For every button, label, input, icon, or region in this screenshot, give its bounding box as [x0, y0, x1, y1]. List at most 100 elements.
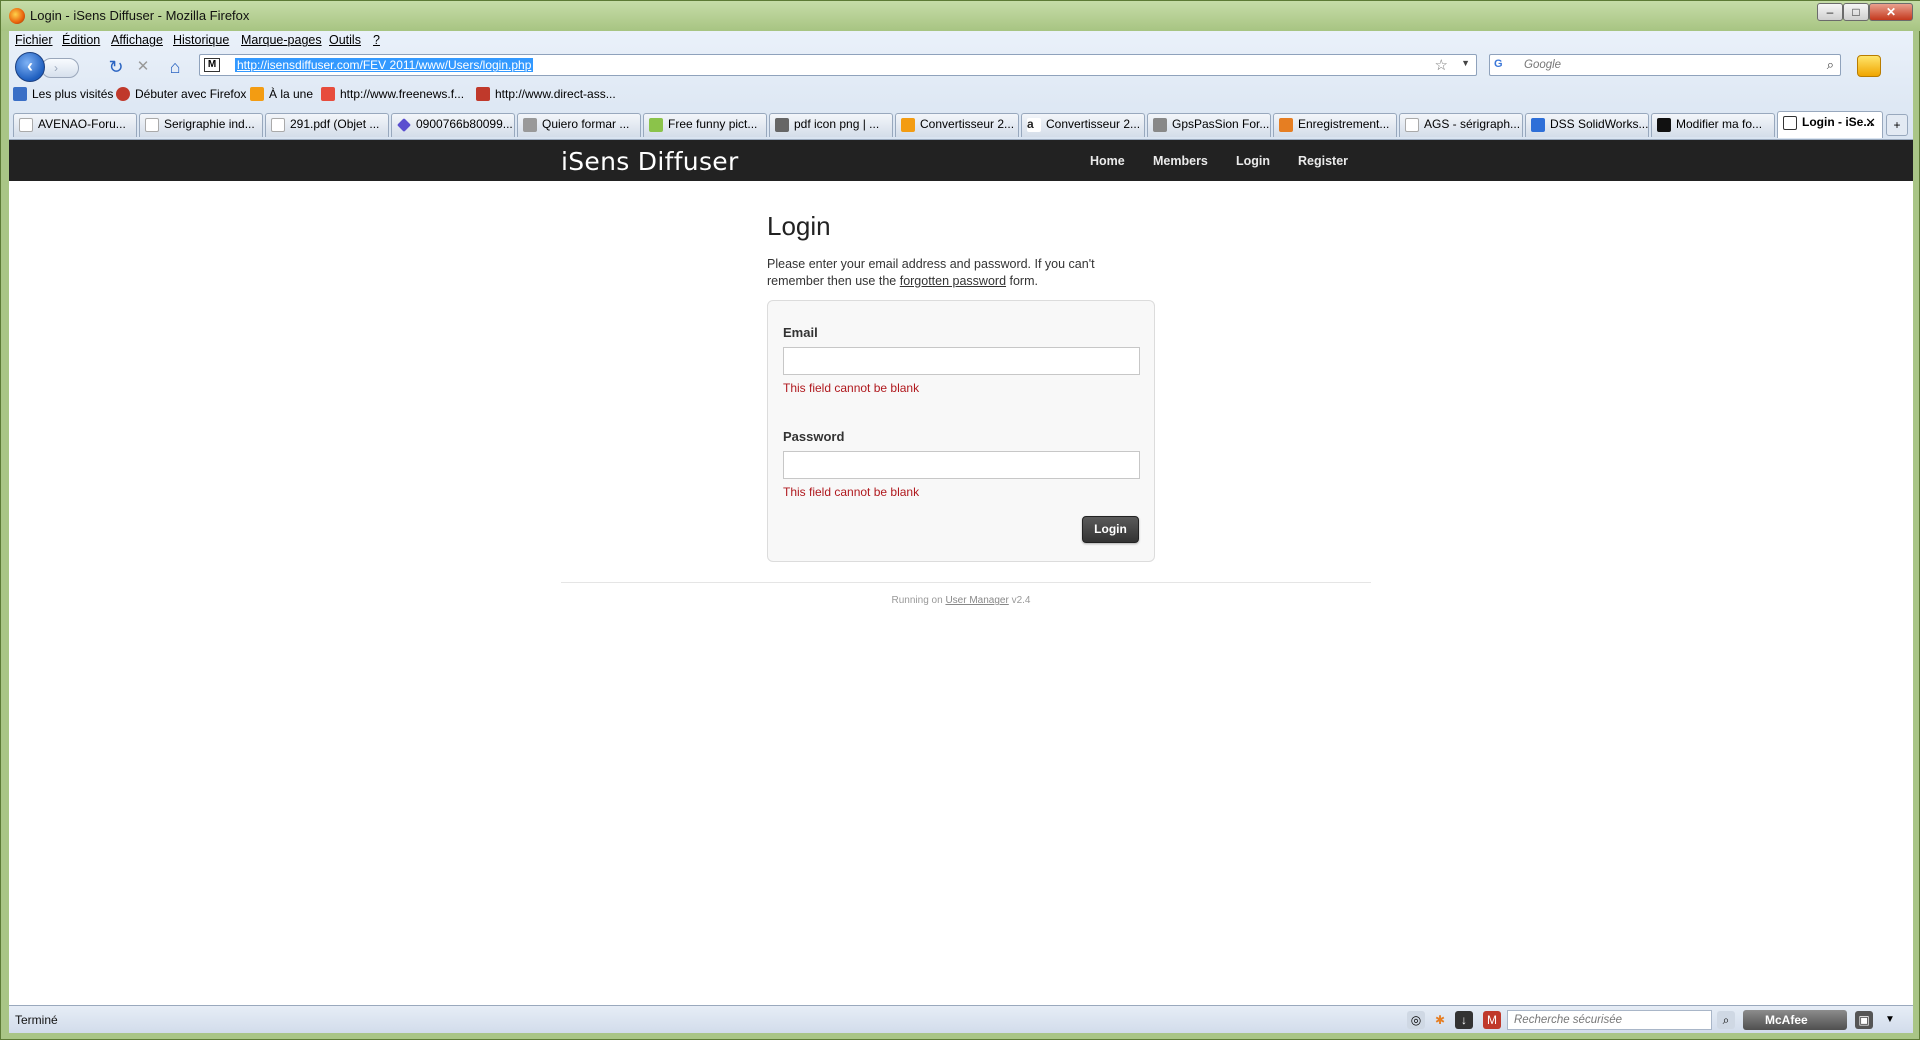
tab-favicon-icon: [1153, 118, 1167, 132]
secure-search-input[interactable]: Recherche sécurisée: [1507, 1010, 1712, 1030]
browser-window: Login - iSens Diffuser - Mozilla Firefox…: [0, 0, 1920, 1040]
menu-help[interactable]: ?: [373, 33, 380, 47]
tab-favicon-icon: [145, 118, 159, 132]
menu-bar: Fichier Édition Affichage Historique Mar…: [9, 31, 1913, 49]
address-bar[interactable]: M http://isensdiffuser.com/FEV 2011/www/…: [199, 54, 1477, 76]
status-bar: Terminé ◎ ✱ ↓ M Recherche sécurisée ⌕ Mc…: [9, 1005, 1913, 1033]
tab[interactable]: DSS SolidWorks...: [1525, 113, 1649, 137]
site-favicon-icon: M: [204, 58, 220, 72]
mcafee-shield-icon[interactable]: M: [1483, 1011, 1501, 1029]
email-field[interactable]: [783, 347, 1140, 375]
search-placeholder: Google: [1524, 59, 1562, 71]
url-dropdown-icon[interactable]: ▼: [1461, 58, 1470, 68]
window-title: Login - iSens Diffuser - Mozilla Firefox: [30, 8, 250, 23]
tab-favicon-icon: [901, 118, 915, 132]
site-advisor-icon[interactable]: ▣: [1855, 1011, 1873, 1029]
tab[interactable]: AVENAO-Foru...: [13, 113, 137, 137]
close-window-button[interactable]: ✕: [1869, 3, 1913, 21]
tab[interactable]: 0900766b80099...: [391, 113, 515, 137]
bookmark-favicon-icon: [321, 87, 335, 101]
tab-favicon-icon: [775, 118, 789, 132]
bookmark-favicon-icon: [13, 87, 27, 101]
site-navbar: iSens Diffuser Home Members Login Regist…: [9, 140, 1913, 181]
tab[interactable]: 291.pdf (Objet ...: [265, 113, 389, 137]
login-content: Login Please enter your email address an…: [767, 211, 1167, 290]
new-tab-button[interactable]: +: [1886, 114, 1908, 136]
tab-favicon-icon: [1783, 116, 1797, 130]
rss-icon: [250, 87, 264, 101]
tab[interactable]: pdf icon png | ...: [769, 113, 893, 137]
password-error: This field cannot be blank: [783, 485, 920, 499]
menu-marque-pages[interactable]: Marque-pages: [241, 33, 322, 47]
nav-members[interactable]: Members: [1153, 154, 1208, 168]
menu-fichier[interactable]: Fichier: [15, 33, 53, 47]
bookmark-favicon-icon: [476, 87, 490, 101]
addon-folder-icon[interactable]: [1857, 55, 1881, 77]
title-bar[interactable]: Login - iSens Diffuser - Mozilla Firefox…: [1, 1, 1920, 31]
mcafee-button[interactable]: McAfee: [1743, 1010, 1847, 1030]
bookmark-star-icon[interactable]: ☆: [1435, 56, 1448, 74]
tab-bar: AVENAO-Foru... Serigraphie ind... 291.pd…: [9, 111, 1913, 138]
forgotten-password-link[interactable]: forgotten password: [900, 274, 1006, 288]
reload-icon[interactable]: ↻: [105, 56, 127, 78]
tab[interactable]: Serigraphie ind...: [139, 113, 263, 137]
tab[interactable]: Modifier ma fo...: [1651, 113, 1775, 137]
search-bar[interactable]: G Google ⌕: [1489, 54, 1841, 76]
page-title: Login: [767, 211, 831, 241]
maximize-button[interactable]: □: [1843, 3, 1869, 21]
back-button[interactable]: ‹: [15, 52, 45, 82]
bookmark-item[interactable]: Les plus visités: [13, 87, 113, 103]
email-error: This field cannot be blank: [783, 381, 920, 395]
firefox-logo-icon: [9, 8, 25, 24]
home-icon[interactable]: ⌂: [164, 56, 186, 78]
dropdown-arrow-icon[interactable]: ▼: [1881, 1011, 1899, 1029]
tab[interactable]: GpsPasSion For...: [1147, 113, 1271, 137]
menu-edition[interactable]: Édition: [62, 33, 100, 47]
google-engine-icon[interactable]: G: [1494, 58, 1510, 72]
addon-status-icon[interactable]: ✱: [1431, 1011, 1449, 1029]
login-button[interactable]: Login: [1082, 516, 1139, 543]
search-icon[interactable]: ⌕: [1717, 1011, 1735, 1029]
download-icon[interactable]: ↓: [1455, 1011, 1473, 1029]
url-text[interactable]: http://isensdiffuser.com/FEV 2011/www/Us…: [235, 58, 534, 72]
tab-favicon-icon: [397, 118, 411, 132]
bookmark-item[interactable]: À la une: [250, 87, 313, 103]
nav-register[interactable]: Register: [1298, 154, 1348, 168]
user-manager-link[interactable]: User Manager: [945, 595, 1008, 606]
tab[interactable]: Convertisseur 2...: [895, 113, 1019, 137]
status-text: Terminé: [15, 1013, 58, 1027]
secure-search-placeholder: Recherche sécurisée: [1514, 1014, 1623, 1026]
menu-historique[interactable]: Historique: [173, 33, 229, 47]
menu-affichage[interactable]: Affichage: [111, 33, 163, 47]
tab-favicon-icon: [523, 118, 537, 132]
menu-outils[interactable]: Outils: [329, 33, 361, 47]
bookmark-item[interactable]: http://www.direct-ass...: [476, 87, 616, 103]
close-tab-icon[interactable]: ✕: [1865, 112, 1876, 133]
tab[interactable]: Quiero formar ...: [517, 113, 641, 137]
tab-favicon-icon: [271, 118, 285, 132]
tab-favicon-icon: [19, 118, 33, 132]
site-brand[interactable]: iSens Diffuser: [561, 147, 739, 176]
addon-status-icon[interactable]: ◎: [1407, 1011, 1425, 1029]
bookmark-item[interactable]: Débuter avec Firefox: [116, 87, 246, 103]
tab[interactable]: AGS - sérigraph...: [1399, 113, 1523, 137]
tab[interactable]: Free funny pict...: [643, 113, 767, 137]
search-icon[interactable]: ⌕: [1827, 57, 1834, 73]
tab[interactable]: a Convertisseur 2...: [1021, 113, 1145, 137]
tab-favicon-icon: [1279, 118, 1293, 132]
web-page: iSens Diffuser Home Members Login Regist…: [9, 140, 1913, 1005]
amazon-icon: a: [1027, 118, 1041, 132]
email-label: Email: [783, 325, 818, 340]
password-label: Password: [783, 429, 845, 444]
password-field[interactable]: [783, 451, 1140, 479]
tab-active[interactable]: Login - iSe... ✕: [1777, 111, 1883, 138]
bookmark-item[interactable]: http://www.freenews.f...: [321, 87, 464, 103]
tab[interactable]: Enregistrement...: [1273, 113, 1397, 137]
forward-button[interactable]: ›: [41, 58, 79, 78]
browser-chrome: Fichier Édition Affichage Historique Mar…: [9, 31, 1913, 140]
nav-login[interactable]: Login: [1236, 154, 1270, 168]
stop-icon[interactable]: ✕: [132, 56, 154, 78]
bookmark-favicon-icon: [116, 87, 130, 101]
nav-home[interactable]: Home: [1090, 154, 1125, 168]
minimize-button[interactable]: –: [1817, 3, 1843, 21]
